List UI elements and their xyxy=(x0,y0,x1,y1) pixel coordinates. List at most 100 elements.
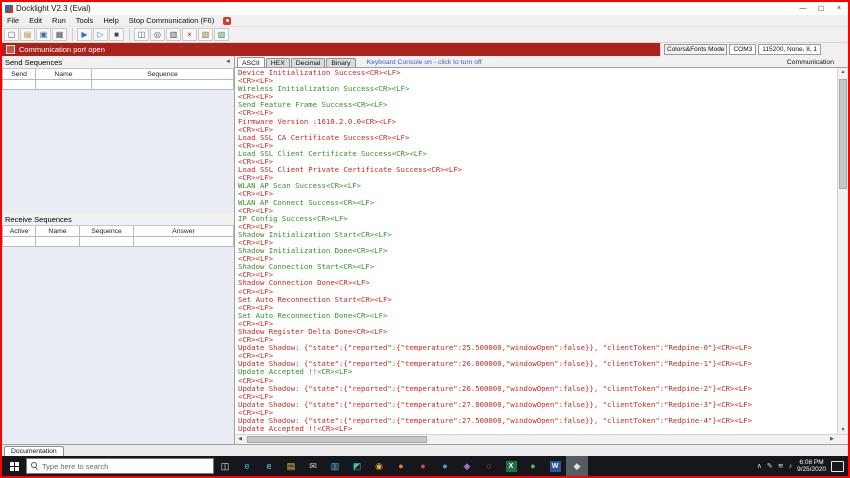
empty-cell[interactable] xyxy=(92,80,234,90)
empty-cell[interactable] xyxy=(80,237,134,247)
app-red-icon[interactable]: ● xyxy=(412,456,434,476)
task-view-icon[interactable]: ◫ xyxy=(214,456,236,476)
comm-log[interactable]: Device Initialization Success<CR><LF> <CR… xyxy=(235,68,837,434)
documentation-tab[interactable]: Documentation xyxy=(4,446,64,456)
vertical-scroll-thumb[interactable] xyxy=(839,79,847,189)
opera-icon[interactable]: ○ xyxy=(478,456,500,476)
file-explorer-icon[interactable]: ▤ xyxy=(280,456,302,476)
toolbar-separator xyxy=(68,28,73,41)
menu-item-file[interactable]: File xyxy=(2,16,24,25)
docklight-app-icon xyxy=(5,4,13,13)
tray-icons: ∧ ✎ ≋ ♪ xyxy=(757,462,793,471)
tab-binary[interactable]: Binary xyxy=(326,58,356,67)
keyboard-console-link[interactable]: Keyboard Console on - click to turn off xyxy=(367,59,482,67)
scroll-down-icon[interactable]: ▼ xyxy=(838,426,848,434)
firefox-icon[interactable]: ● xyxy=(390,456,412,476)
action-center-icon[interactable] xyxy=(831,460,844,472)
network-icon[interactable]: ≋ xyxy=(778,462,784,470)
start-communication-button[interactable]: ▶ xyxy=(77,28,92,41)
run-once-button[interactable]: ▷ xyxy=(93,28,108,41)
minimize-button[interactable]: — xyxy=(794,2,812,15)
com-port-button[interactable]: COM3 xyxy=(729,44,757,55)
documentation-bar: Documentation xyxy=(2,444,848,456)
menu-item-stop[interactable]: Stop Communication (F6) xyxy=(124,16,219,25)
column-header-sequence: Sequence xyxy=(80,226,134,237)
open-file-button[interactable]: ▤ xyxy=(20,28,35,41)
empty-cell[interactable] xyxy=(134,237,234,247)
log-line: Firmware Version :1610.2.0.0<CR><LF> xyxy=(238,116,397,126)
taskbar-clock[interactable]: 6:08 PM 9/25/2020 xyxy=(797,459,826,474)
empty-cell[interactable] xyxy=(36,80,92,90)
tray-chevron-icon[interactable]: ∧ xyxy=(757,462,762,470)
taskbar-icons: ◫ e e ▤ ✉ ▥ ◩ ◉ ● ● ● ◆ ○ X ● W ◆ xyxy=(214,456,588,476)
receive-sequences-table: Active Name Sequence Answer xyxy=(2,226,234,247)
word-icon[interactable]: W xyxy=(544,456,566,476)
stop-comm-red-button[interactable]: × xyxy=(182,28,197,41)
maximize-button[interactable]: ☐ xyxy=(812,2,830,15)
menu-item-help[interactable]: Help xyxy=(98,16,123,25)
scroll-up-icon[interactable]: ▲ xyxy=(838,68,848,76)
status-row: Communication port open Colors&Fonts Mod… xyxy=(2,43,848,56)
vertical-scroll-track[interactable] xyxy=(838,76,848,426)
menu-item-run[interactable]: Run xyxy=(47,16,71,25)
communication-label: Communication xyxy=(786,59,834,66)
close-button[interactable]: × xyxy=(830,2,848,15)
menu-item-edit[interactable]: Edit xyxy=(24,16,47,25)
menu-item-tools[interactable]: Tools xyxy=(71,16,99,25)
vertical-scrollbar[interactable]: ▲ ▼ xyxy=(837,68,848,434)
log-line: Update Shadow: {"state":{"reported":{"te… xyxy=(238,383,752,393)
store-icon[interactable]: ▥ xyxy=(324,456,346,476)
taskbar-search[interactable] xyxy=(26,458,214,474)
tab-decimal[interactable]: Decimal xyxy=(290,58,326,67)
pen-icon[interactable]: ✎ xyxy=(767,462,773,470)
ie-icon[interactable]: e xyxy=(258,456,280,476)
mail-icon[interactable]: ✉ xyxy=(302,456,324,476)
capture-tool-icon[interactable]: ◆ xyxy=(566,456,588,476)
log-line: WLAN AP Scan Success<CR><LF> xyxy=(238,181,362,191)
collapse-panel-icon[interactable]: ◄ xyxy=(225,59,231,65)
log-line: Update Shadow: {"state":{"reported":{"te… xyxy=(238,399,752,409)
excel-icon[interactable]: X xyxy=(500,456,522,476)
keyboard-console-button[interactable]: ▥ xyxy=(166,28,181,41)
port-open-icon xyxy=(6,45,15,54)
scrollbar-corner xyxy=(837,435,848,444)
scroll-right-icon[interactable]: ▶ xyxy=(827,435,837,444)
colors-fonts-mode-button[interactable]: Colors&Fonts Mode xyxy=(664,44,728,55)
scroll-left-icon[interactable]: ◀ xyxy=(235,435,245,444)
chrome-icon[interactable]: ◉ xyxy=(368,456,390,476)
app-purple-icon[interactable]: ◆ xyxy=(456,456,478,476)
log-line: IP Config Success<CR><LF> xyxy=(238,213,348,223)
find-button[interactable]: ◎ xyxy=(150,28,165,41)
save-button[interactable]: ▣ xyxy=(36,28,51,41)
horizontal-scrollbar[interactable]: ◀ ▶ xyxy=(235,434,848,444)
log-line: Update Shadow: {"state":{"reported":{"te… xyxy=(238,343,752,353)
start-button[interactable] xyxy=(2,456,26,476)
comm-log-wrap: Device Initialization Success<CR><LF> <CR… xyxy=(235,68,848,434)
send-table-empty-row[interactable] xyxy=(2,80,234,90)
connection-controls: Colors&Fonts Mode COM3 115200, None, 8, … xyxy=(660,43,848,56)
volume-icon[interactable]: ♪ xyxy=(789,463,793,470)
tab-hex[interactable]: HEX xyxy=(265,58,290,67)
empty-cell[interactable] xyxy=(2,237,36,247)
communication-panel: ASCII HEX Decimal Binary Keyboard Console o… xyxy=(235,56,848,444)
skype-icon[interactable]: ● xyxy=(434,456,456,476)
receive-table-empty-row[interactable] xyxy=(2,237,234,247)
horizontal-scroll-track[interactable] xyxy=(245,435,827,444)
options-button[interactable]: ▧ xyxy=(198,28,213,41)
search-input[interactable] xyxy=(42,461,213,471)
comm-mode-button[interactable]: ◫ xyxy=(134,28,149,41)
stop-button[interactable]: ■ xyxy=(109,28,124,41)
log-line: Load SSL CA Certificate Success<CR><LF> xyxy=(238,132,410,142)
font-settings-button[interactable]: ▨ xyxy=(214,28,229,41)
edge-icon[interactable]: e xyxy=(236,456,258,476)
horizontal-scroll-thumb[interactable] xyxy=(247,436,427,443)
photos-icon[interactable]: ◩ xyxy=(346,456,368,476)
new-file-button[interactable]: ▢ xyxy=(4,28,19,41)
com-params-button[interactable]: 115200, None, 8, 1 xyxy=(758,44,822,55)
tab-ascii[interactable]: ASCII xyxy=(237,57,265,67)
app-green-icon[interactable]: ● xyxy=(522,456,544,476)
empty-cell[interactable] xyxy=(2,80,36,90)
empty-cell[interactable] xyxy=(36,237,80,247)
print-button[interactable]: ▦ xyxy=(52,28,67,41)
log-line: Load SSL Client Certificate Success<CR><… xyxy=(238,148,427,158)
